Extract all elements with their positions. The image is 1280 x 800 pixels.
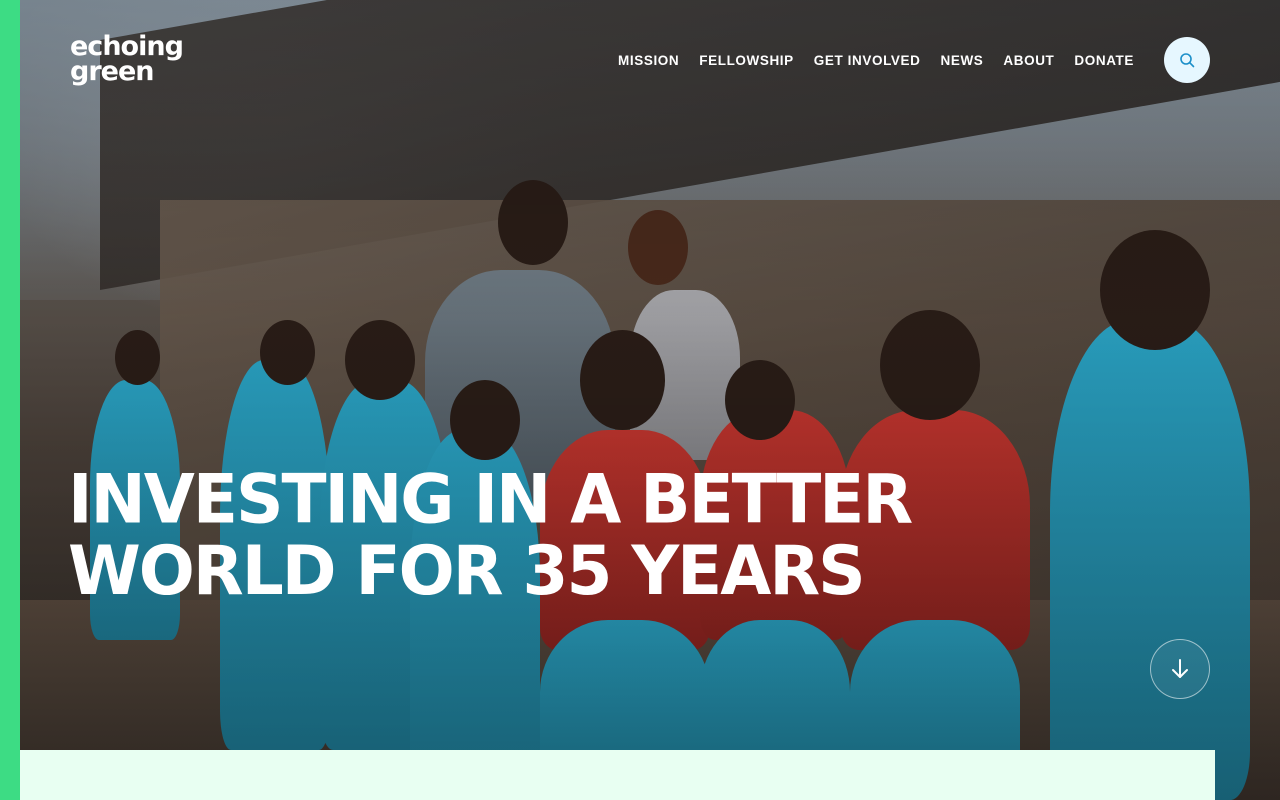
nav-item-donate[interactable]: DONATE <box>1074 53 1134 68</box>
hero-headline-line-1: INVESTING IN A BETTER <box>68 460 913 540</box>
hero-image <box>20 0 1280 800</box>
nav-item-get-involved[interactable]: GET INVOLVED <box>814 53 921 68</box>
hero-overlay <box>20 0 1280 800</box>
accent-strip <box>0 0 20 800</box>
nav-item-about[interactable]: ABOUT <box>1003 53 1054 68</box>
logo-line-2: green <box>70 56 154 87</box>
site-logo[interactable]: echoing green <box>70 33 184 87</box>
nav-item-news[interactable]: NEWS <box>940 53 983 68</box>
main-nav: MISSION FELLOWSHIP GET INVOLVED NEWS ABO… <box>618 53 1134 68</box>
hero-headline-line-2: WORLD FOR 35 YEARS <box>68 531 866 611</box>
nav-item-mission[interactable]: MISSION <box>618 53 679 68</box>
search-icon <box>1180 53 1195 68</box>
content-panel <box>20 750 1215 800</box>
page: echoing green MISSION FELLOWSHIP GET INV… <box>0 0 1280 800</box>
nav-item-fellowship[interactable]: FELLOWSHIP <box>699 53 794 68</box>
scroll-down-button[interactable] <box>1150 639 1210 699</box>
search-button[interactable] <box>1164 37 1210 83</box>
hero-headline: INVESTING IN A BETTER WORLD FOR 35 YEARS <box>68 460 913 611</box>
arrow-down-icon <box>1172 659 1188 678</box>
